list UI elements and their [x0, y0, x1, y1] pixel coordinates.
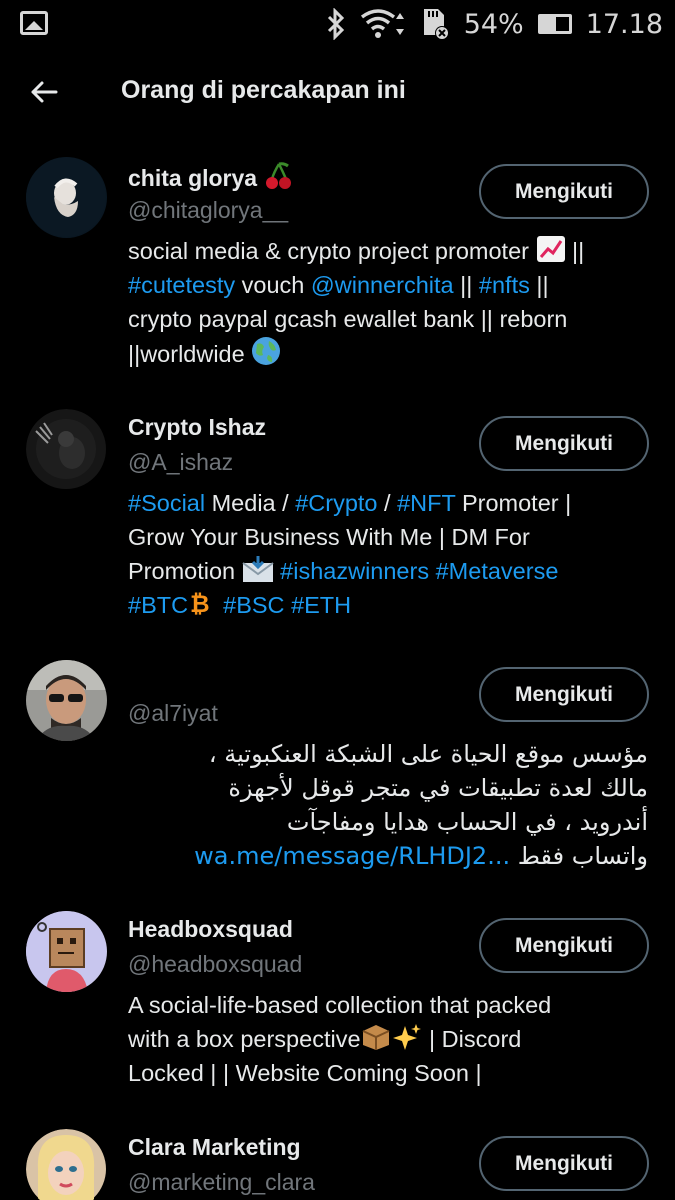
sparkles-icon	[392, 1024, 421, 1050]
user-handle: @marketing_clara	[128, 1169, 315, 1195]
cherries-icon	[265, 162, 291, 189]
following-button[interactable]: Mengikuti	[479, 164, 649, 219]
user-name[interactable]: Clara Marketing	[128, 1134, 301, 1161]
hashtag-link[interactable]: #nfts	[479, 272, 530, 298]
user-handle: @chitaglorya__	[128, 197, 289, 223]
user-item[interactable]: Headboxsquad @headboxsquad Mengikuti A s…	[0, 904, 675, 1114]
hashtag-link[interactable]: #NFT	[397, 490, 455, 516]
svg-text:₿: ₿	[190, 590, 210, 617]
avatar[interactable]	[26, 911, 107, 992]
avatar[interactable]	[26, 157, 107, 238]
user-name-text: chita glorya	[128, 165, 258, 191]
avatar[interactable]	[26, 409, 107, 490]
user-bio: A social-life-based collection that pack…	[128, 992, 552, 1086]
avatar[interactable]	[26, 1129, 107, 1200]
user-item[interactable]: @al7iyat Mengikuti مؤسس موقع الحياة على …	[0, 653, 675, 893]
bio-link[interactable]: wa.me/message/RLHDJ2...	[194, 842, 510, 870]
status-bar: 54% 17.18	[0, 0, 675, 50]
following-button[interactable]: Mengikuti	[479, 667, 649, 722]
hashtag-link[interactable]: #Metaverse	[436, 558, 559, 584]
user-item[interactable]: Clara Marketing @marketing_clara Mengiku…	[0, 1122, 675, 1200]
user-item[interactable]: Crypto Ishaz @A_ishaz Mengikuti #Social …	[0, 402, 675, 642]
chart-increasing-icon	[536, 236, 565, 262]
hashtag-link[interactable]: #Social	[128, 490, 205, 516]
following-button[interactable]: Mengikuti	[479, 1136, 649, 1191]
hashtag-link[interactable]: #ETH	[291, 592, 351, 618]
bluetooth-icon	[327, 8, 344, 40]
sd-card-icon	[423, 9, 449, 40]
user-name[interactable]: Headboxsquad	[128, 916, 293, 943]
hashtag-link[interactable]: #BTC	[128, 592, 188, 618]
mention-link[interactable]: @winnerchita	[311, 272, 454, 298]
user-name[interactable]: chita glorya	[128, 162, 294, 192]
user-item[interactable]: chita glorya @chitaglorya__ Mengikuti so…	[0, 150, 675, 390]
following-button[interactable]: Mengikuti	[479, 918, 649, 973]
bitcoin-icon: ₿	[190, 590, 210, 617]
globe-icon	[252, 337, 281, 365]
following-button[interactable]: Mengikuti	[479, 416, 649, 471]
header: Orang di percakapan ini	[0, 62, 675, 122]
clock: 17.18	[585, 8, 663, 40]
user-handle: @A_ishaz	[128, 449, 234, 475]
page-title: Orang di percakapan ini	[121, 76, 406, 104]
package-icon	[362, 1025, 389, 1050]
hashtag-link[interactable]: #BSC	[223, 592, 284, 618]
user-handle: @al7iyat	[128, 700, 218, 726]
wifi-icon	[360, 9, 404, 38]
hashtag-link[interactable]: #cutetesty	[128, 272, 235, 298]
user-handle: @headboxsquad	[128, 951, 303, 977]
battery-percent: 54%	[463, 8, 524, 40]
user-bio: social media & crypto project promoter |…	[128, 234, 653, 371]
battery-icon	[537, 14, 572, 34]
user-name[interactable]: Crypto Ishaz	[128, 414, 266, 441]
hashtag-link[interactable]: #Crypto	[295, 490, 377, 516]
user-bio: مؤسس موقع الحياة على الشبكة العنكبوتية ،…	[194, 740, 648, 870]
hashtag-link[interactable]: #ishazwinners	[280, 558, 429, 584]
battery-fill	[540, 17, 556, 31]
avatar[interactable]	[26, 660, 107, 741]
envelope-arrow-icon	[242, 556, 274, 582]
gallery-icon	[20, 11, 48, 35]
user-bio: #Social Media / #Crypto / #NFT Promoter …	[128, 490, 572, 618]
arrow-left-icon	[31, 81, 58, 103]
back-button[interactable]	[26, 74, 62, 110]
